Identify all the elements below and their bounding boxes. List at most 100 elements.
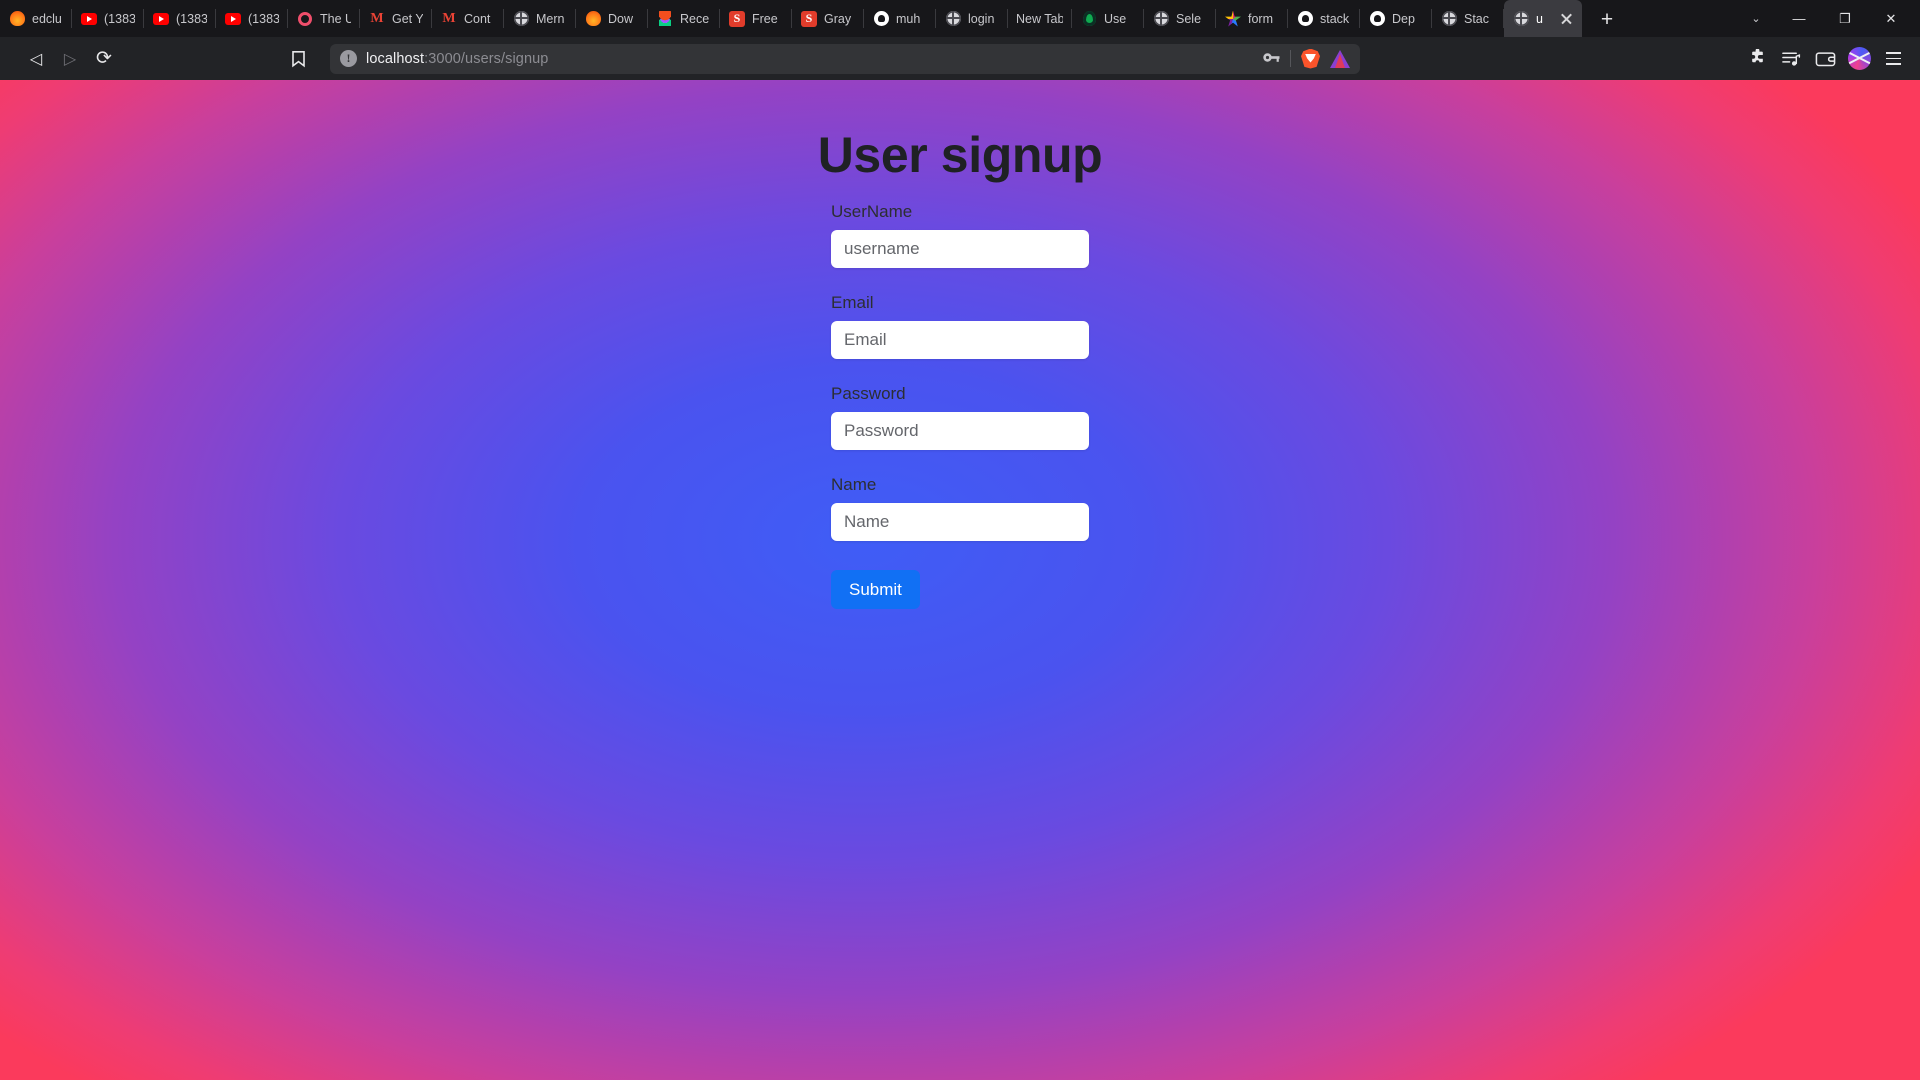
browser-tab[interactable]: Use [1072, 0, 1144, 37]
browser-tab[interactable]: The U [288, 0, 360, 37]
youtube-icon [153, 11, 169, 27]
s-icon: S [729, 10, 745, 27]
back-icon[interactable]: ◁ [20, 43, 52, 75]
wallet-icon[interactable] [1808, 43, 1842, 75]
tab-title: stack [1320, 11, 1350, 26]
label-password: Password [831, 384, 906, 403]
page-viewport: User signup UserName Email Password Name Sub… [0, 80, 1920, 1080]
gmail-icon: M [442, 10, 456, 26]
app-menu-icon[interactable] [1876, 43, 1910, 75]
globe-icon [945, 11, 961, 27]
globe-icon [1441, 11, 1457, 27]
browser-tab[interactable]: (1383 [216, 0, 288, 37]
username-input[interactable] [831, 230, 1089, 268]
browser-tab[interactable]: M Cont [432, 0, 504, 37]
navigation-toolbar: ◁ ▷ ⟳ ! localhost:3000/users/signup [0, 37, 1920, 80]
browser-tab[interactable]: Dep [1360, 0, 1432, 37]
forward-icon[interactable]: ▷ [54, 43, 86, 75]
figma-icon [657, 11, 673, 27]
tab-strip: edclu (1383 (1383 (1383 The U M Get Y M Cont Mern… [0, 0, 1920, 37]
browser-tab[interactable]: Dow [576, 0, 648, 37]
browser-tab[interactable]: S Free [720, 0, 792, 37]
url-host: localhost [366, 50, 425, 67]
tab-title: Get Y [392, 11, 423, 26]
submit-button[interactable]: Submit [831, 570, 920, 609]
close-tab-icon[interactable] [1560, 12, 1573, 25]
browser-tab[interactable]: muh [864, 0, 936, 37]
password-key-icon[interactable] [1263, 51, 1280, 67]
firefox-icon [585, 11, 601, 27]
tab-title: u [1536, 11, 1543, 26]
star-icon [1225, 10, 1241, 27]
label-username: UserName [831, 202, 913, 221]
form-field-email: Email [831, 293, 1089, 359]
tab-title: muh [896, 11, 921, 26]
new-tab-button[interactable]: + [1592, 4, 1622, 34]
browser-tab[interactable]: Stac [1432, 0, 1504, 37]
password-input[interactable] [831, 412, 1089, 450]
browser-tab[interactable]: S Gray [792, 0, 864, 37]
tab-title: edclu [32, 11, 62, 26]
github-icon [1297, 11, 1313, 27]
browser-tab[interactable]: login [936, 0, 1008, 37]
window-controls: ⌄ — ❐ ✕ [1736, 0, 1914, 37]
reload-icon[interactable]: ⟳ [88, 43, 120, 75]
url-text: localhost:3000/users/signup [366, 51, 548, 67]
tab-title: login [968, 11, 995, 26]
browser-tab[interactable]: Sele [1144, 0, 1216, 37]
youtube-icon [225, 11, 241, 27]
maximize-button[interactable]: ❐ [1822, 2, 1868, 36]
gmail-icon: M [370, 10, 384, 26]
github-icon [873, 11, 889, 27]
tab-title: Gray [824, 11, 852, 26]
name-input[interactable] [831, 503, 1089, 541]
browser-tab[interactable]: form [1216, 0, 1288, 37]
tab-title: (1383 [104, 11, 135, 26]
browser-tab[interactable]: New Tab [1008, 0, 1072, 37]
browser-tab[interactable]: Mern [504, 0, 576, 37]
browser-tab[interactable]: (1383 [72, 0, 144, 37]
brave-shield-icon[interactable] [1301, 48, 1320, 69]
globe-icon [1153, 11, 1169, 27]
playlist-icon[interactable] [1774, 43, 1808, 75]
browser-tab[interactable]: Rece [648, 0, 720, 37]
tab-title: Stac [1464, 11, 1490, 26]
label-email: Email [831, 293, 874, 312]
tab-title: Dow [608, 11, 634, 26]
extensions-icon[interactable] [1740, 43, 1774, 75]
divider [1290, 50, 1291, 67]
browser-tab[interactable]: M Get Y [360, 0, 432, 37]
address-bar-actions [1263, 48, 1350, 69]
mongodb-icon [1081, 11, 1097, 27]
tab-title: (1383 [176, 11, 207, 26]
tab-title: Cont [464, 11, 491, 26]
youtube-icon [81, 11, 97, 27]
tab-title: Mern [536, 11, 565, 26]
site-info-icon[interactable]: ! [340, 50, 357, 67]
browser-tab[interactable]: u [1504, 0, 1582, 37]
tab-title: The U [320, 11, 351, 26]
page-title: User signup [817, 127, 1103, 183]
form-field-username: UserName [831, 202, 1089, 268]
toolbar-actions [1740, 43, 1910, 75]
close-window-button[interactable]: ✕ [1868, 2, 1914, 36]
minimize-button[interactable]: — [1776, 2, 1822, 36]
browser-tab[interactable]: stack [1288, 0, 1360, 37]
globe-icon [1513, 11, 1529, 27]
url-path: :3000/users/signup [424, 50, 549, 67]
tab-title: form [1248, 11, 1273, 26]
address-bar[interactable]: ! localhost:3000/users/signup [330, 43, 1360, 74]
signup-page: User signup UserName Email Password Name Sub… [0, 80, 1920, 609]
form-field-password: Password [831, 384, 1089, 450]
tab-title: (1383 [248, 11, 279, 26]
browser-window: edclu (1383 (1383 (1383 The U M Get Y M Cont Mern… [0, 0, 1920, 1080]
browser-tab[interactable]: edclu [0, 0, 72, 37]
bookmark-icon[interactable] [282, 43, 314, 75]
profile-avatar[interactable] [1842, 43, 1876, 75]
tab-title: Dep [1392, 11, 1415, 26]
brave-rewards-icon[interactable] [1330, 49, 1350, 68]
firefox-icon [9, 11, 25, 27]
browser-tab[interactable]: (1383 [144, 0, 216, 37]
tab-search-chevron-down-icon[interactable]: ⌄ [1736, 2, 1776, 36]
email-input[interactable] [831, 321, 1089, 359]
